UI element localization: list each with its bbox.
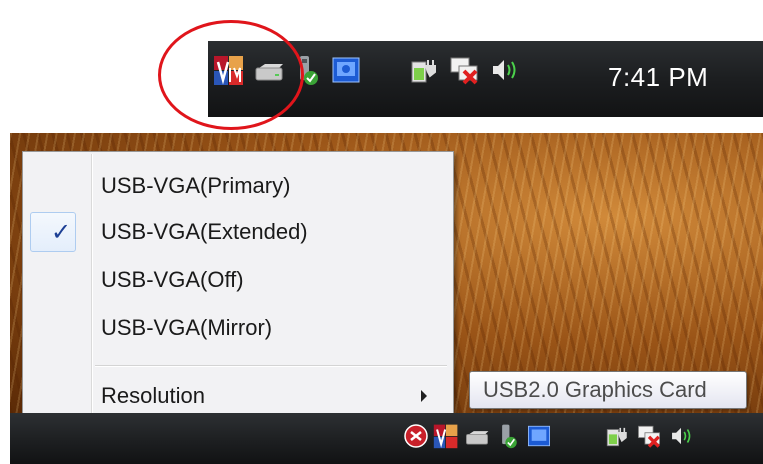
menu-item-resolution[interactable]: Resolution [101, 376, 205, 416]
menu-gutter [91, 154, 93, 424]
submenu-arrow-icon [421, 390, 427, 402]
context-menu: ✓ USB-VGA(Primary) USB-VGA(Extended) USB… [22, 151, 454, 427]
checked-item-highlight: ✓ [30, 212, 76, 252]
tray-tooltip: USB2.0 Graphics Card [469, 371, 747, 409]
speaker-icon[interactable] [668, 423, 694, 449]
speaker-icon[interactable] [488, 54, 520, 86]
graphics-card-icon[interactable] [526, 423, 552, 449]
menu-separator [95, 365, 447, 367]
vga-app-icon[interactable] [433, 423, 459, 449]
checkmark-icon: ✓ [51, 219, 72, 246]
graphics-card-icon[interactable] [330, 54, 362, 86]
network-disconnected-icon[interactable] [448, 54, 480, 86]
tray-clock[interactable]: 7:41 PM [608, 62, 708, 93]
menu-item-extended[interactable]: USB-VGA(Extended) [101, 212, 308, 252]
network-disconnected-icon[interactable] [636, 423, 662, 449]
menu-item-mirror[interactable]: USB-VGA(Mirror) [101, 308, 272, 348]
menu-item-primary[interactable]: USB-VGA(Primary) [101, 166, 290, 206]
power-plug-icon[interactable] [604, 423, 630, 449]
bottom-taskbar [10, 413, 763, 464]
drive-icon[interactable] [464, 423, 490, 449]
power-plug-icon[interactable] [408, 54, 440, 86]
menu-item-off[interactable]: USB-VGA(Off) [101, 260, 244, 300]
shield-icon[interactable] [403, 423, 429, 449]
usb-safe-remove-icon[interactable] [494, 423, 520, 449]
highlight-circle [158, 20, 304, 130]
